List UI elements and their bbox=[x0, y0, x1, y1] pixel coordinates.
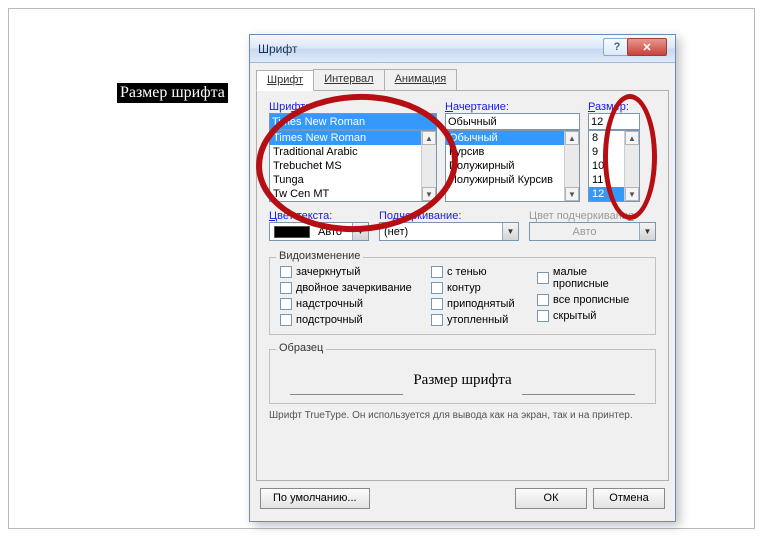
scroll-down-icon[interactable]: ▼ bbox=[625, 187, 639, 201]
list-item[interactable]: 12 bbox=[589, 187, 624, 201]
scroll-down-icon[interactable]: ▼ bbox=[422, 187, 436, 201]
scrollbar[interactable]: ▲ ▼ bbox=[624, 131, 639, 201]
list-item[interactable]: Полужирный bbox=[446, 159, 564, 173]
list-item[interactable]: 8 bbox=[589, 131, 624, 145]
ok-button[interactable]: ОК bbox=[515, 488, 587, 509]
style-input[interactable] bbox=[445, 113, 580, 130]
tab-content: Шрифт: Times New Roman Traditional Arabi… bbox=[256, 91, 669, 481]
color-swatch-icon bbox=[274, 226, 310, 238]
list-item[interactable]: 10 bbox=[589, 159, 624, 173]
list-item[interactable]: Tunga bbox=[270, 173, 421, 187]
text-color-combo[interactable]: Авто ▼ bbox=[269, 222, 369, 241]
list-item[interactable]: Полужирный Курсив bbox=[446, 173, 564, 187]
effects-legend: Видоизменение bbox=[276, 250, 363, 262]
font-label: Шрифт: bbox=[269, 101, 437, 113]
chevron-down-icon[interactable]: ▼ bbox=[352, 223, 368, 240]
list-item[interactable]: Курсив bbox=[446, 145, 564, 159]
effects-fieldset: Видоизменение зачеркнутый двойное зачерк… bbox=[269, 257, 656, 335]
underline-label: Подчеркивание: bbox=[379, 210, 519, 222]
underline-combo[interactable]: (нет) ▼ bbox=[379, 222, 519, 241]
ucolor-label: Цвет подчеркивания: bbox=[529, 210, 656, 222]
list-item[interactable]: Traditional Arabic bbox=[270, 145, 421, 159]
chevron-down-icon: ▼ bbox=[639, 223, 655, 240]
default-button[interactable]: По умолчанию... bbox=[260, 488, 370, 509]
button-row: По умолчанию... ОК Отмена bbox=[256, 485, 669, 511]
size-label: Размер: bbox=[588, 101, 640, 113]
dialog-title: Шрифт bbox=[258, 42, 297, 56]
scrollbar[interactable]: ▲ ▼ bbox=[564, 131, 579, 201]
list-item[interactable]: Обычный bbox=[446, 131, 564, 145]
tab-font[interactable]: Шрифт bbox=[256, 70, 314, 91]
preview-text: Размер шрифта bbox=[413, 358, 511, 395]
list-item[interactable]: Trebuchet MS bbox=[270, 159, 421, 173]
scroll-up-icon[interactable]: ▲ bbox=[565, 131, 579, 145]
size-input[interactable] bbox=[588, 113, 640, 130]
document-selected-text: Размер шрифта bbox=[117, 83, 228, 103]
tab-row: Шрифт Интервал Анимация bbox=[256, 69, 669, 91]
style-listbox[interactable]: Обычный Курсив Полужирный Полужирный Кур… bbox=[445, 130, 580, 202]
dialog-body: Шрифт Интервал Анимация Шрифт: Times New… bbox=[256, 69, 669, 515]
check-smallcaps[interactable]: малые прописные bbox=[537, 266, 645, 290]
check-dstrike[interactable]: двойное зачеркивание bbox=[280, 282, 425, 294]
hint-text: Шрифт TrueType. Он используется для выво… bbox=[269, 410, 656, 421]
check-shadow[interactable]: с тенью bbox=[431, 266, 531, 278]
style-label: Начертание: bbox=[445, 101, 580, 113]
list-item[interactable]: Times New Roman bbox=[270, 131, 421, 145]
check-hidden[interactable]: скрытый bbox=[537, 310, 645, 322]
list-item[interactable]: 11 bbox=[589, 173, 624, 187]
preview-fieldset: Образец Размер шрифта bbox=[269, 349, 656, 404]
check-emboss[interactable]: приподнятый bbox=[431, 298, 531, 310]
tab-spacing[interactable]: Интервал bbox=[313, 69, 384, 90]
scroll-down-icon[interactable]: ▼ bbox=[565, 187, 579, 201]
close-button[interactable]: ✕ bbox=[627, 38, 667, 56]
scroll-up-icon[interactable]: ▲ bbox=[422, 131, 436, 145]
titlebar[interactable]: Шрифт ? ✕ bbox=[250, 35, 675, 63]
check-allcaps[interactable]: все прописные bbox=[537, 294, 645, 306]
list-item[interactable]: 9 bbox=[589, 145, 624, 159]
font-input[interactable] bbox=[269, 113, 437, 130]
check-engrave[interactable]: утопленный bbox=[431, 314, 531, 326]
check-super[interactable]: надстрочный bbox=[280, 298, 425, 310]
check-outline[interactable]: контур bbox=[431, 282, 531, 294]
scroll-up-icon[interactable]: ▲ bbox=[625, 131, 639, 145]
chevron-down-icon[interactable]: ▼ bbox=[502, 223, 518, 240]
font-listbox[interactable]: Times New Roman Traditional Arabic Trebu… bbox=[269, 130, 437, 202]
preview-legend: Образец bbox=[276, 342, 326, 354]
tab-animation[interactable]: Анимация bbox=[384, 69, 458, 90]
font-dialog: Шрифт ? ✕ Шрифт Интервал Анимация Шрифт:… bbox=[249, 34, 676, 522]
cancel-button[interactable]: Отмена bbox=[593, 488, 665, 509]
check-sub[interactable]: подстрочный bbox=[280, 314, 425, 326]
underline-color-combo: Авто ▼ bbox=[529, 222, 656, 241]
check-strike[interactable]: зачеркнутый bbox=[280, 266, 425, 278]
scrollbar[interactable]: ▲ ▼ bbox=[421, 131, 436, 201]
color-label: Цвет текста: bbox=[269, 210, 369, 222]
list-item[interactable]: Tw Cen MT bbox=[270, 187, 421, 201]
size-listbox[interactable]: 8 9 10 11 12 ▲ ▼ bbox=[588, 130, 640, 202]
